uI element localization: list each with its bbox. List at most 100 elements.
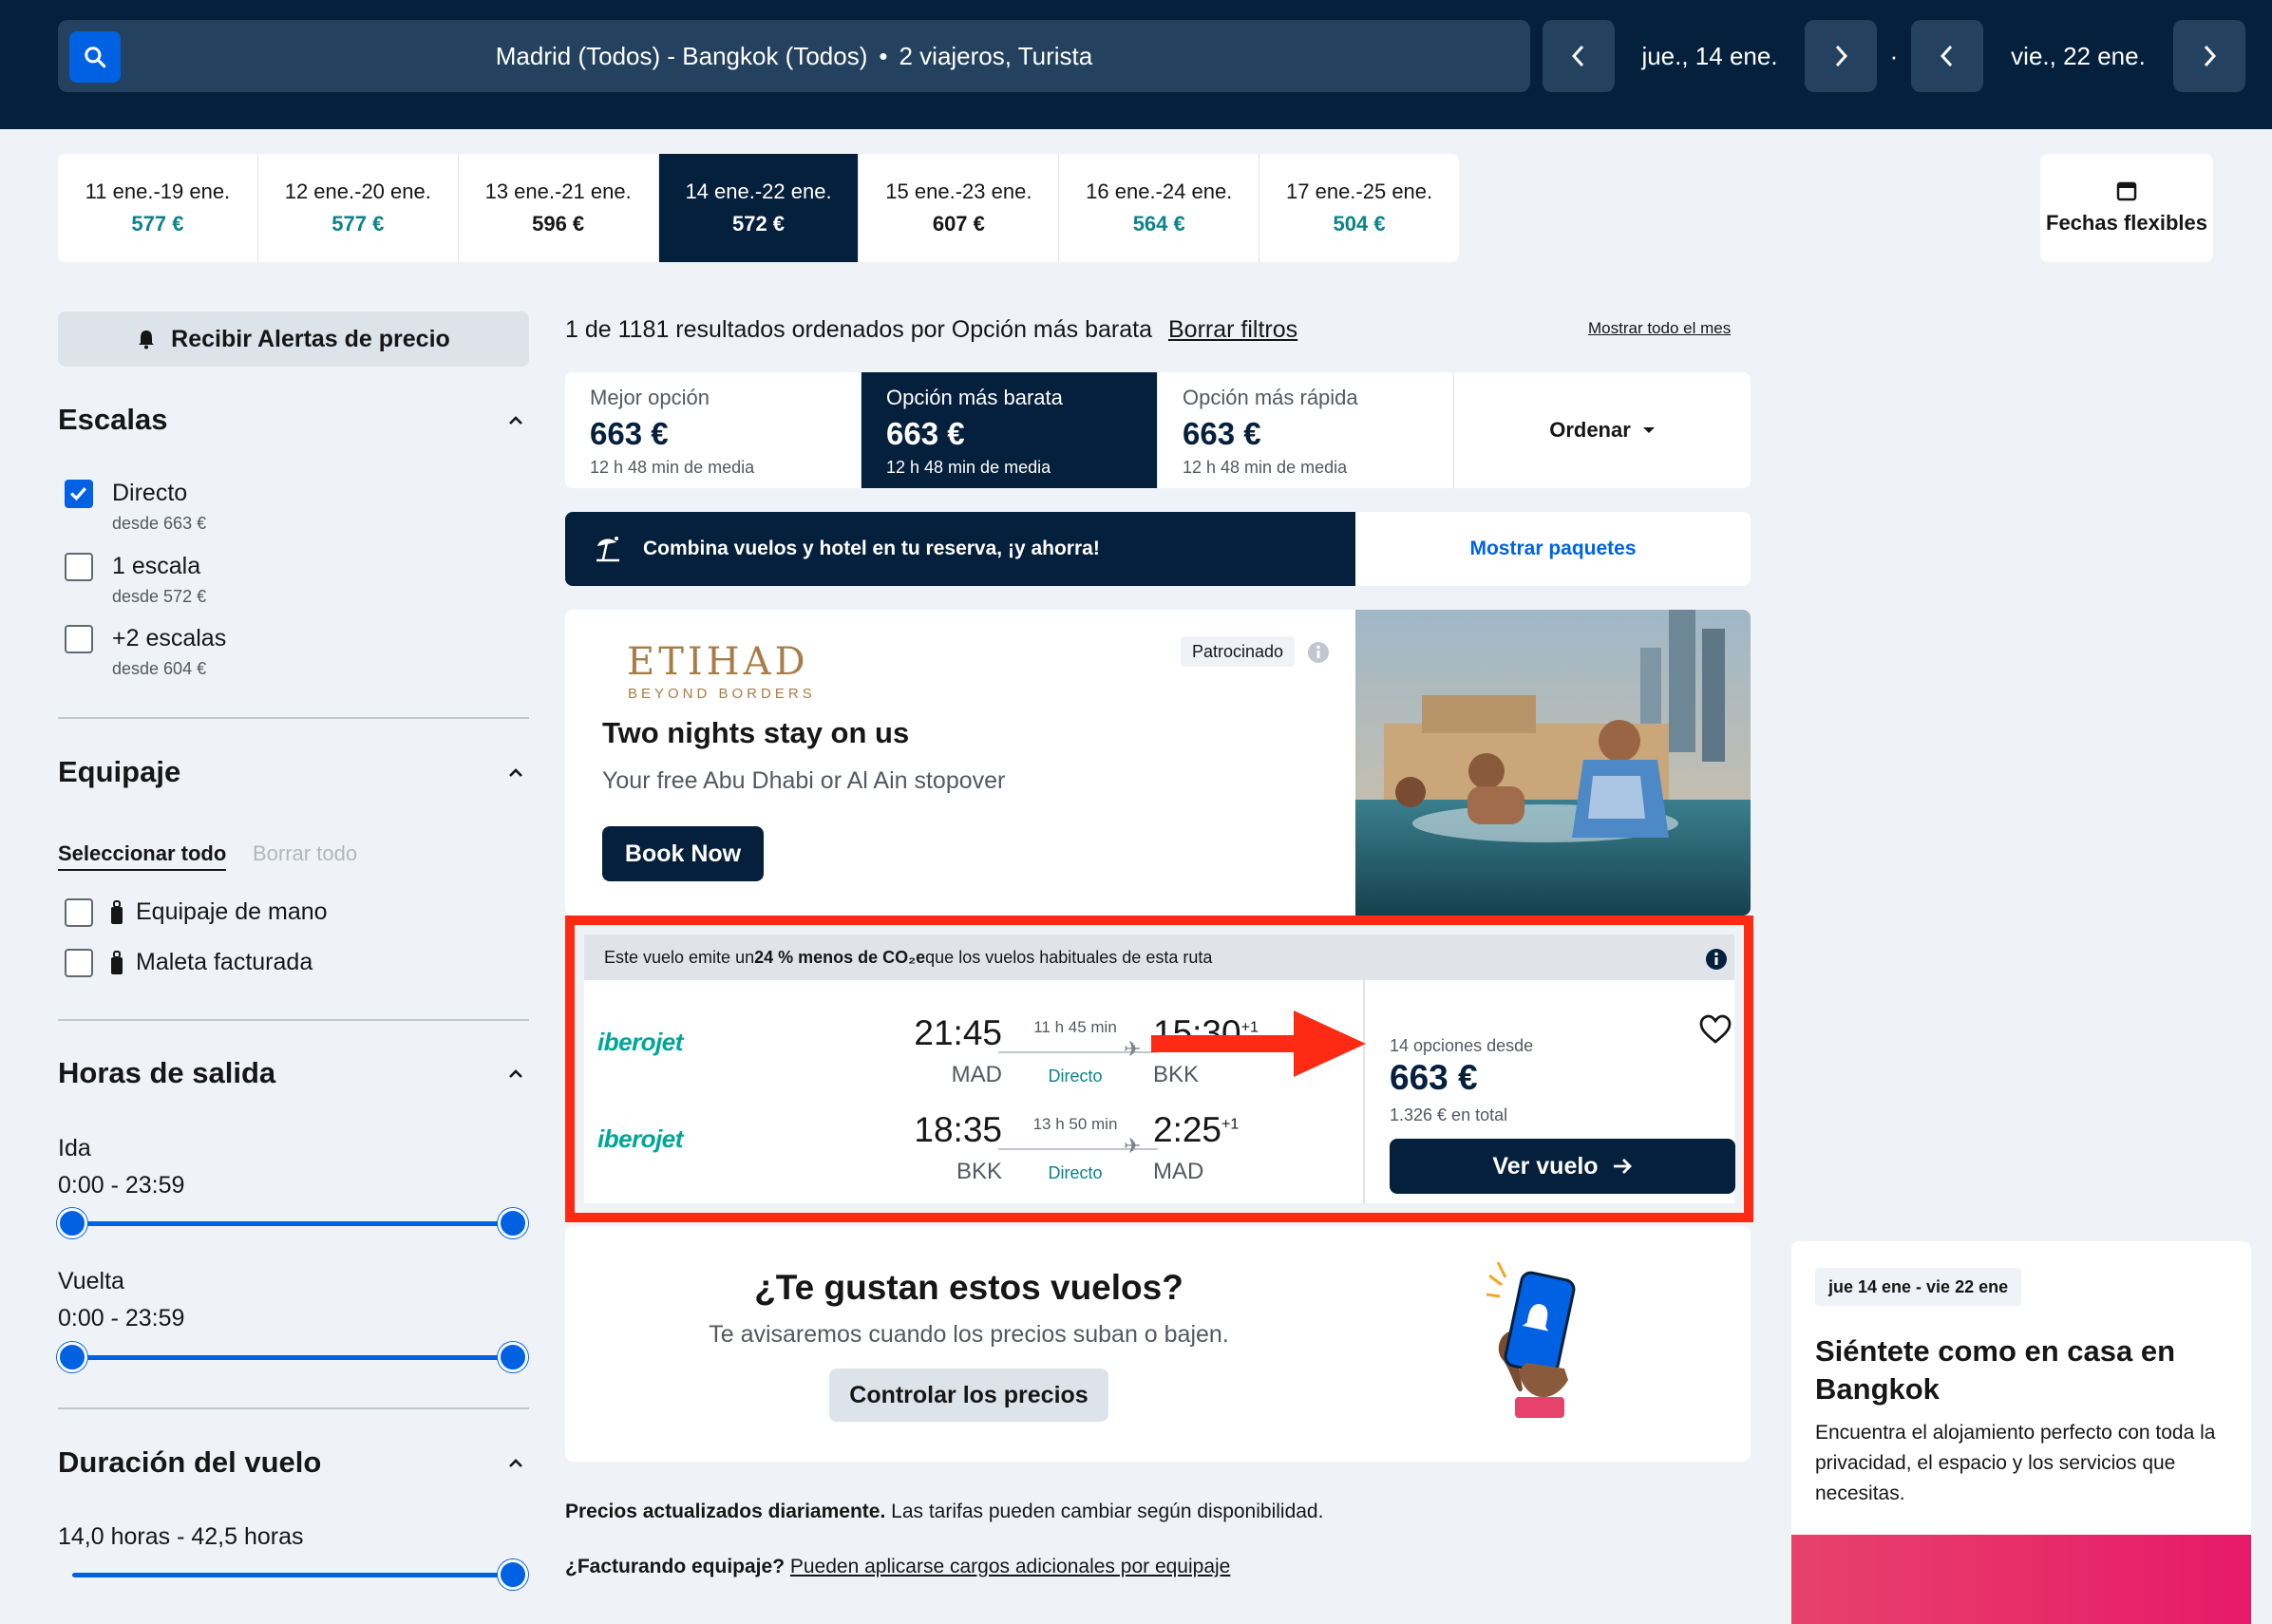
carry-on-checkbox[interactable]	[65, 898, 93, 927]
chevron-up-icon[interactable]	[507, 765, 524, 782]
date-price-strip: 11 ene.-19 ene. 577 € 12 ene.-20 ene. 577 €…	[58, 154, 1459, 262]
arrow-right-icon	[1613, 1159, 1632, 1174]
sort-tab-price: 663 €	[886, 416, 965, 451]
co2-text-bold: 24 % menos de CO₂e	[754, 947, 926, 967]
arrival-time: 2:25+1	[1153, 1110, 1239, 1150]
next-return-date-button[interactable]	[2173, 20, 2245, 92]
flexible-dates-button[interactable]: Fechas flexibles	[2040, 154, 2213, 262]
departure-time: 18:35	[914, 1110, 1002, 1149]
sponsored-ad-card[interactable]: ETIHAD BEYOND BORDERS Patrocinado Two ni…	[565, 610, 1751, 916]
return-time-slider-track[interactable]	[72, 1355, 513, 1360]
baggage-fees-note: ¿Facturando equipaje? Pueden aplicarse c…	[565, 1556, 1230, 1578]
flight-price: 663 €	[1390, 1058, 1478, 1097]
date-option[interactable]: 12 ene.-20 ene. 577 €	[258, 154, 459, 262]
date-separator: ·	[1889, 41, 1899, 70]
date-option[interactable]: 14 ene.-22 ene. 572 €	[658, 154, 860, 262]
date-option-range: 17 ene.-25 ene.	[1286, 179, 1433, 203]
stops-direct-checkbox[interactable]	[65, 480, 93, 508]
bell-icon	[139, 330, 155, 349]
flight-stops: Directo	[1048, 1163, 1103, 1182]
sort-tab-duration: 12 h 48 min de media	[590, 458, 755, 477]
date-option[interactable]: 13 ene.-21 ene. 596 €	[459, 154, 659, 262]
view-flight-button[interactable]: Ver vuelo	[1390, 1139, 1735, 1194]
flight-result-card[interactable]: Este vuelo emite un 24 % menos de CO₂e q…	[584, 935, 1735, 1203]
search-summary-bar[interactable]: Madrid (Todos) - Bangkok (Todos) • 2 via…	[58, 20, 1530, 92]
return-date[interactable]: vie., 22 ene.	[1983, 20, 2173, 92]
calendar-icon	[2116, 181, 2137, 201]
chevron-up-icon[interactable]	[507, 1455, 524, 1472]
ad-photo	[1355, 610, 1751, 916]
price-tracking-card: ¿Te gustan estos vuelos? Te avisaremos c…	[565, 1226, 1751, 1462]
show-packages-link[interactable]: Mostrar paquetes	[1355, 512, 1751, 586]
show-whole-month-link[interactable]: Mostrar todo el mes	[1588, 319, 1731, 338]
hotel-promo-card[interactable]: jue 14 ene - vie 22 ene Siéntete como en…	[1791, 1241, 2251, 1624]
baggage-fees-link[interactable]: Pueden aplicarse cargos adicionales por …	[790, 1556, 1230, 1577]
sort-tab-best[interactable]: Mejor opción 663 € 12 h 48 min de media	[565, 372, 861, 488]
date-option[interactable]: 15 ene.-23 ene. 607 €	[859, 154, 1060, 262]
return-slider-min-handle[interactable]	[57, 1342, 87, 1372]
stops-one-checkbox[interactable]	[65, 553, 93, 581]
route-separator: •	[879, 41, 888, 70]
stops-one-label: 1 escala	[112, 553, 201, 579]
price-update-text: Las tarifas pueden cambiar según disponi…	[885, 1501, 1324, 1522]
sort-dropdown[interactable]: Ordenar	[1454, 372, 1751, 488]
next-day-marker: +1	[1221, 1116, 1240, 1133]
duration-slider-track[interactable]	[72, 1573, 513, 1577]
outbound-range: 0:00 - 23:59	[58, 1172, 185, 1199]
date-option-range: 15 ene.-23 ene.	[885, 179, 1032, 203]
date-option[interactable]: 16 ene.-24 ene. 564 €	[1059, 154, 1260, 262]
next-outbound-date-button[interactable]	[1805, 20, 1877, 92]
duration-slider-handle[interactable]	[498, 1559, 528, 1590]
caret-down-icon	[1642, 427, 1655, 433]
price-alert-button[interactable]: Recibir Alertas de precio	[58, 312, 529, 367]
clear-all-link[interactable]: Borrar todo	[253, 841, 357, 866]
airline-logo: iberojet	[597, 1124, 683, 1153]
airline-logo: iberojet	[597, 1028, 683, 1056]
prev-return-date-button[interactable]	[1911, 20, 1983, 92]
sort-tab-fastest[interactable]: Opción más rápida 663 € 12 h 48 min de m…	[1158, 372, 1454, 488]
price-alert-label: Recibir Alertas de precio	[171, 325, 450, 352]
flight-duration: 13 h 50 min	[1032, 1115, 1118, 1133]
divider	[58, 1019, 529, 1021]
chevron-up-icon[interactable]	[507, 412, 524, 429]
ad-subtitle: Your free Abu Dhabi or Al Ain stopover	[602, 767, 1006, 794]
sort-tab-cheapest[interactable]: Opción más barata 663 € 12 h 48 min de m…	[861, 372, 1158, 488]
price-tracking-subtitle: Te avisaremos cuando los precios suban o…	[709, 1321, 1229, 1348]
return-label: Vuelta	[58, 1268, 124, 1294]
checked-bag-icon	[111, 951, 123, 974]
top-header: Madrid (Todos) - Bangkok (Todos) • 2 via…	[0, 0, 2272, 129]
chevron-left-icon	[1571, 45, 1584, 67]
sort-dropdown-label: Ordenar	[1549, 418, 1631, 442]
departure-airport: MAD	[951, 1062, 1002, 1087]
outbound-date[interactable]: jue., 14 ene.	[1615, 20, 1805, 92]
stops-two-plus-checkbox[interactable]	[65, 625, 93, 653]
outbound-slider-max-handle[interactable]	[498, 1208, 528, 1238]
track-prices-button[interactable]: Controlar los precios	[829, 1369, 1108, 1422]
chevron-right-icon	[1835, 45, 1848, 67]
date-option[interactable]: 11 ene.-19 ene. 577 €	[58, 154, 258, 262]
heart-icon[interactable]	[1698, 1014, 1732, 1045]
outbound-time-slider-track[interactable]	[72, 1221, 513, 1226]
info-icon[interactable]	[1307, 641, 1330, 664]
date-option-price: 577 €	[331, 212, 385, 236]
sort-tab-label: Mejor opción	[590, 386, 710, 409]
checked-bag-checkbox[interactable]	[65, 949, 93, 977]
departure-airport: BKK	[956, 1159, 1002, 1184]
sort-tab-label: Opción más rápida	[1183, 386, 1358, 409]
sort-tab-duration: 12 h 48 min de media	[886, 458, 1051, 477]
phone-notification-icon	[1486, 1261, 1576, 1418]
outbound-slider-min-handle[interactable]	[57, 1208, 87, 1238]
price-update-note: Precios actualizados diariamente. Las ta…	[565, 1501, 1323, 1523]
sort-tab-price: 663 €	[1183, 416, 1261, 451]
chevron-up-icon[interactable]	[507, 1066, 524, 1083]
date-option[interactable]: 17 ene.-25 ene. 504 €	[1259, 154, 1459, 262]
book-now-button[interactable]: Book Now	[602, 826, 764, 881]
outbound-label: Ida	[58, 1135, 91, 1161]
return-slider-max-handle[interactable]	[498, 1342, 528, 1372]
date-option-price: 504 €	[1333, 212, 1386, 236]
prev-outbound-date-button[interactable]	[1543, 20, 1615, 92]
select-all-link[interactable]: Seleccionar todo	[58, 841, 227, 871]
clear-filters-link[interactable]: Borrar filtros	[1168, 316, 1297, 344]
info-icon[interactable]	[1705, 948, 1728, 971]
date-option-price: 572 €	[731, 212, 786, 236]
